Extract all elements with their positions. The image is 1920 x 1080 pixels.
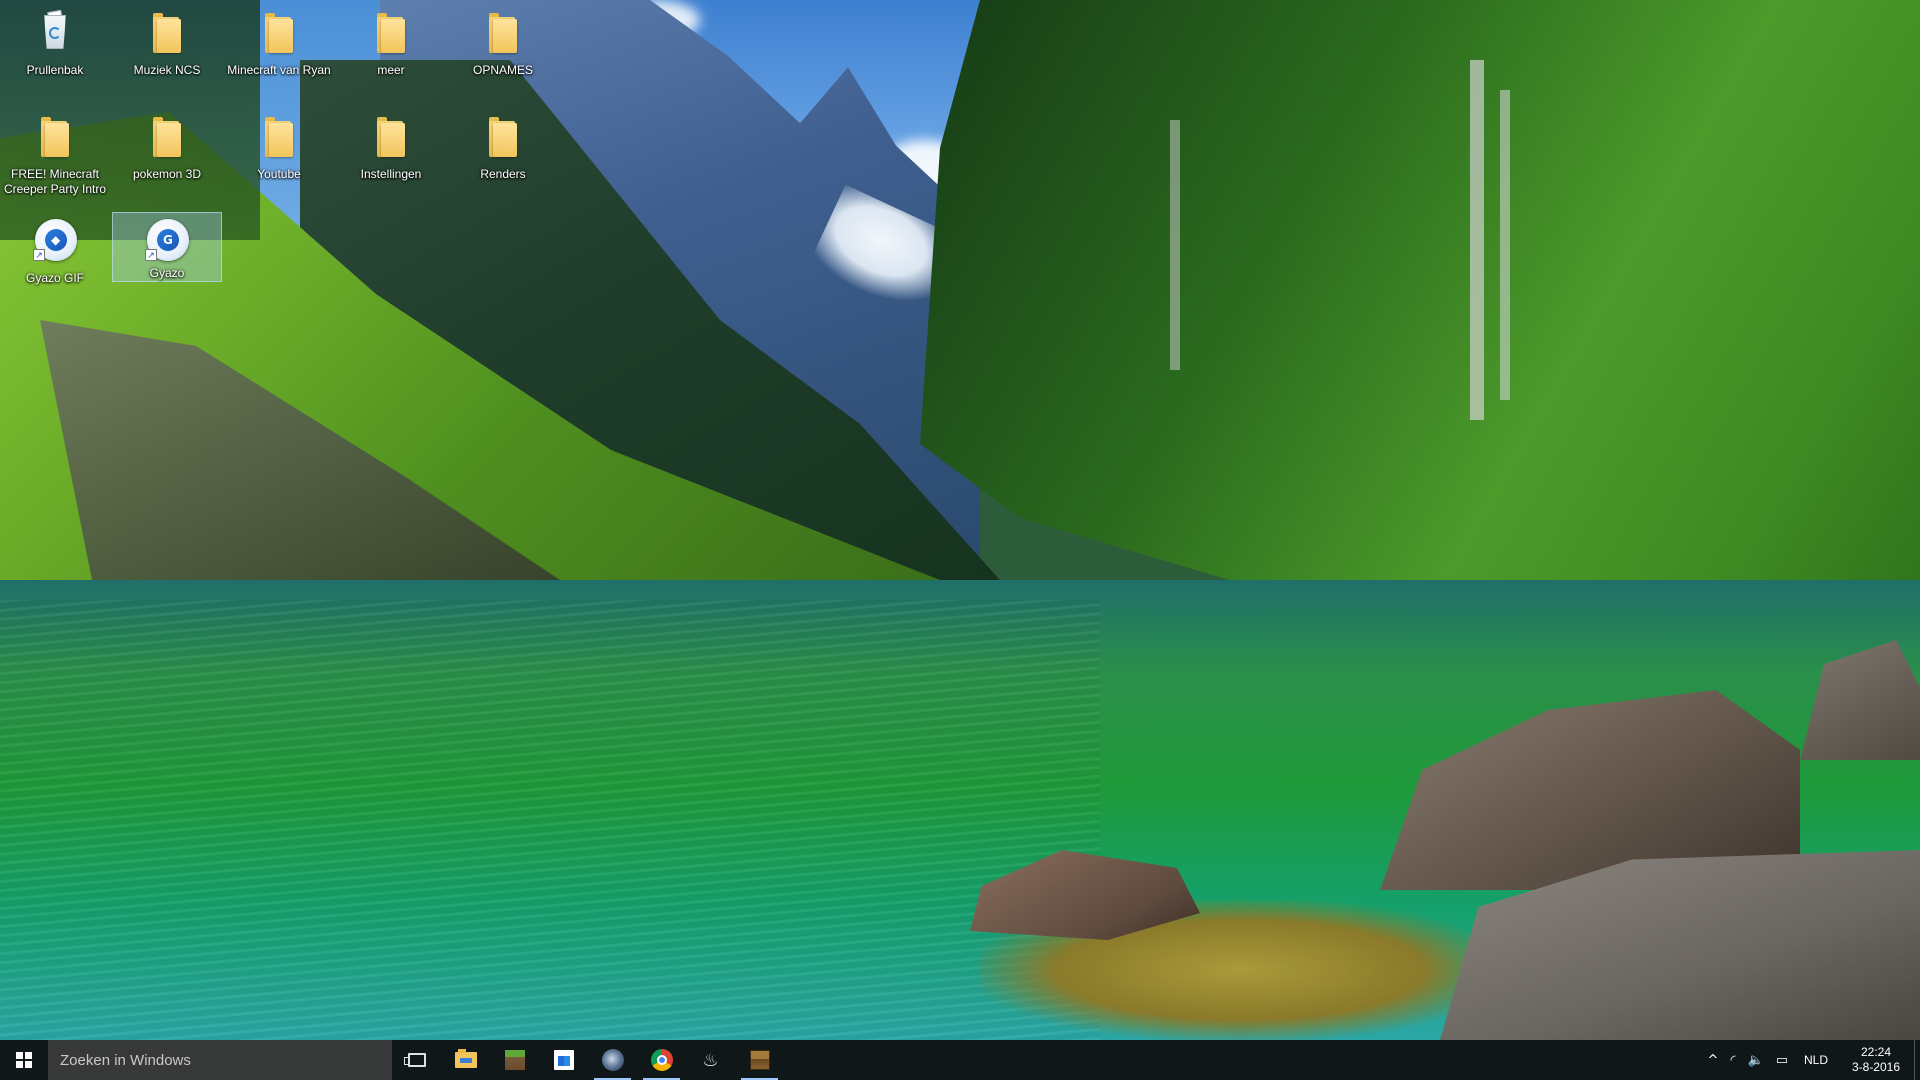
steam-icon	[601, 1049, 624, 1071]
taskbar: Zoeken in Windows ♨ ^ ◜ 🔈 ▭ NLD 22:24 3-…	[0, 1040, 1920, 1080]
search-box[interactable]: Zoeken in Windows	[48, 1040, 392, 1080]
network-button[interactable]: ◜	[1724, 1040, 1741, 1080]
folder-icon	[31, 113, 79, 161]
wifi-icon: ◜	[1730, 1052, 1736, 1068]
language-indicator: NLD	[1803, 1053, 1828, 1067]
java-icon: ♨	[702, 1049, 719, 1071]
desktop-icon-instellingen[interactable]: Instellingen	[336, 108, 446, 183]
action-center-button[interactable]: ▭	[1770, 1040, 1794, 1080]
notification-icon: ▭	[1775, 1052, 1788, 1068]
folder-icon	[479, 9, 527, 57]
folder-icon	[367, 113, 415, 161]
minecraft-block-icon	[504, 1050, 525, 1070]
desktop-icon-pokemon-3d[interactable]: pokemon 3D	[112, 108, 222, 183]
desktop-icon-label: Minecraft van Ryan	[227, 63, 331, 77]
folder-icon	[143, 9, 191, 57]
start-button[interactable]	[0, 1040, 48, 1080]
desktop-icon-label: FREE! Minecraft Creeper Party Intro	[3, 167, 107, 196]
system-tray: ^ ◜ 🔈 ▭ NLD 22:24 3-8-2016	[1702, 1040, 1920, 1080]
folder-icon	[479, 113, 527, 161]
clock-time: 22:24	[1860, 1045, 1892, 1059]
desktop-icon-label: Gyazo	[149, 266, 185, 280]
show-hidden-icons-button[interactable]: ^	[1702, 1040, 1725, 1080]
chevron-up-icon: ^	[1707, 1052, 1719, 1068]
input-language-button[interactable]: NLD	[1794, 1040, 1838, 1080]
recycle-bin-icon	[31, 9, 79, 57]
desktop-icon-label: OPNAMES	[472, 63, 533, 77]
speaker-icon: 🔈	[1747, 1052, 1764, 1068]
desktop-icon-creeper-party-intro[interactable]: FREE! Minecraft Creeper Party Intro	[0, 108, 110, 198]
desktop-icon-renders[interactable]: Renders	[448, 108, 558, 183]
store-icon	[553, 1050, 574, 1070]
folder-icon	[143, 113, 191, 161]
desktop-icon-label: pokemon 3D	[132, 167, 202, 181]
folder-icon	[454, 1049, 477, 1068]
windows-logo-icon	[16, 1052, 32, 1068]
store-button[interactable]	[539, 1040, 588, 1080]
desktop-icon-recycle-bin[interactable]: Prullenbak	[0, 4, 110, 79]
steam-button[interactable]	[588, 1040, 637, 1080]
java-button[interactable]: ♨	[686, 1040, 735, 1080]
desktop-icon-meer[interactable]: meer	[336, 4, 446, 79]
desktop-icon-minecraft-van-ryan[interactable]: Minecraft van Ryan	[224, 4, 334, 79]
desktop-icon-label: Muziek NCS	[133, 63, 201, 77]
task-view-button[interactable]	[392, 1040, 441, 1080]
folder-icon	[367, 9, 415, 57]
desktop-icon-opnames[interactable]: OPNAMES	[448, 4, 558, 79]
task-view-icon	[403, 1053, 426, 1067]
folder-icon	[255, 9, 303, 57]
desktop-icon-muziek-ncs[interactable]: Muziek NCS	[112, 4, 222, 79]
clock-date: 3-8-2016	[1851, 1060, 1901, 1074]
desktop-icon-label: Instellingen	[360, 167, 422, 181]
minecraft-chest-button[interactable]	[735, 1040, 784, 1080]
chest-icon	[749, 1050, 770, 1070]
desktop-icon-area: Prullenbak Muziek NCS Minecraft van Ryan…	[0, 0, 1920, 1040]
minecraft-button[interactable]	[490, 1040, 539, 1080]
desktop-icon-label: Gyazo GIF	[25, 271, 84, 285]
desktop-icon-gyazo[interactable]: G ↗ Gyazo	[112, 212, 222, 282]
chrome-icon	[650, 1049, 673, 1071]
desktop-icon-label: Prullenbak	[26, 63, 84, 77]
chrome-button[interactable]	[637, 1040, 686, 1080]
desktop-icon-gyazo-gif[interactable]: ◆ ↗ Gyazo GIF	[0, 212, 110, 287]
gyazo-icon: G ↗	[143, 217, 191, 261]
show-desktop-button[interactable]	[1914, 1040, 1920, 1080]
file-explorer-button[interactable]	[441, 1040, 490, 1080]
search-placeholder: Zoeken in Windows	[60, 1051, 191, 1069]
desktop-icon-youtube[interactable]: Youtube	[224, 108, 334, 183]
clock-button[interactable]: 22:24 3-8-2016	[1838, 1040, 1914, 1080]
taskbar-pinned-apps: ♨	[392, 1040, 784, 1080]
desktop-icon-label: Youtube	[257, 167, 301, 181]
folder-icon	[255, 113, 303, 161]
gyazo-gif-icon: ◆ ↗	[31, 217, 79, 265]
desktop-icon-label: Renders	[480, 167, 526, 181]
volume-button[interactable]: 🔈	[1742, 1040, 1770, 1080]
desktop-icon-label: meer	[377, 63, 405, 77]
